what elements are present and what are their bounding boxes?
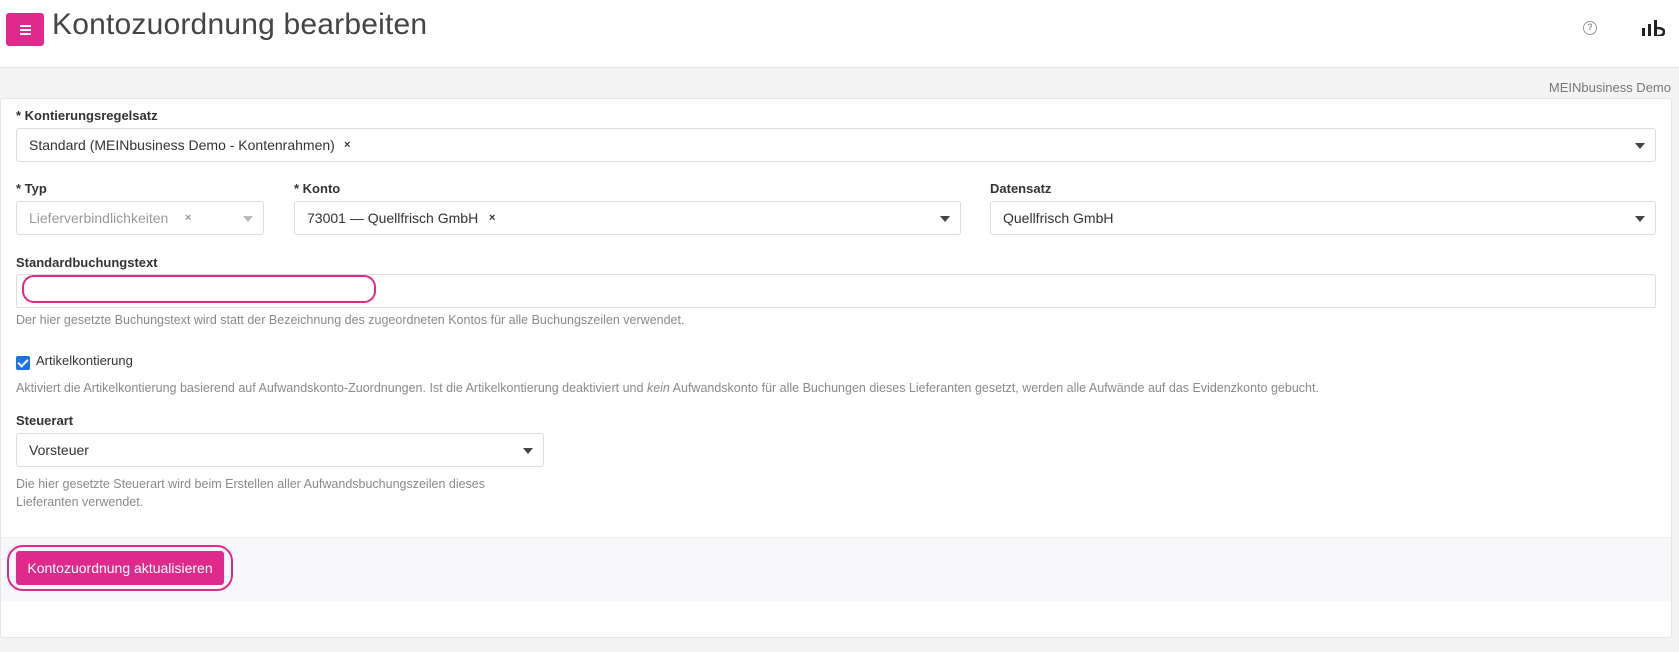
chevron-down-icon[interactable] — [523, 448, 533, 454]
steuerart-help-line2: Lieferanten verwendet. — [16, 495, 144, 509]
page-title: Kontozuordnung bearbeiten — [52, 8, 428, 41]
regelsatz-value: Standard (MEINbusiness Demo - Kontenrahm… — [29, 137, 335, 153]
konto-value: 73001 — Quellfrisch GmbH — [307, 210, 479, 226]
steuerart-value: Vorsteuer — [29, 442, 89, 458]
form-card: * Kontierungsregelsatz Standard (MEINbus… — [0, 98, 1672, 638]
help-circle-icon[interactable]: ? — [1583, 21, 1597, 35]
artikelkontierung-help-em: kein — [646, 381, 670, 395]
steuerart-help-line1: Die hier gesetzte Steuerart wird beim Er… — [16, 477, 486, 491]
typ-select: Lieferverbindlichkeiten × — [16, 201, 264, 235]
chevron-down-icon[interactable] — [1635, 143, 1645, 149]
buchungstext-label: Standardbuchungstext — [16, 255, 158, 270]
chevron-down-icon[interactable] — [1635, 216, 1645, 222]
chevron-down-icon — [243, 216, 253, 222]
regelsatz-clear-icon[interactable]: × — [344, 139, 350, 151]
artikelkontierung-help: Aktiviert die Artikelkontierung basieren… — [16, 379, 1319, 397]
chevron-down-icon[interactable] — [940, 216, 950, 222]
artikelkontierung-help-before: Aktiviert die Artikelkontierung basieren… — [16, 381, 647, 395]
highlight-annotation — [22, 275, 376, 303]
typ-clear-icon: × — [185, 212, 192, 224]
konto-select[interactable]: 73001 — Quellfrisch GmbH × — [294, 201, 961, 235]
menu-icon — [19, 28, 31, 31]
steuerart-select[interactable]: Vorsteuer — [16, 433, 544, 467]
konto-label: * Konto — [294, 181, 341, 196]
typ-label: * Typ — [16, 181, 47, 196]
datensatz-select[interactable]: Quellfrisch GmbH — [990, 201, 1656, 235]
typ-value: Lieferverbindlichkeiten — [29, 210, 169, 226]
menu-button[interactable] — [6, 13, 44, 46]
top-bar: Kontozuordnung bearbeiten ? — [0, 0, 1679, 68]
highlight-annotation — [7, 545, 233, 591]
steuerart-label: Steuerart — [16, 413, 74, 428]
form-footer — [1, 537, 1671, 601]
tenant-name: MEINbusiness Demo — [1548, 80, 1671, 95]
artikelkontierung-label[interactable]: Artikelkontierung — [36, 353, 133, 368]
regelsatz-select[interactable]: Standard (MEINbusiness Demo - Kontenrahm… — [16, 128, 1656, 162]
regelsatz-label: * Kontierungsregelsatz — [16, 108, 158, 123]
bar-chart-logo-icon[interactable] — [1641, 20, 1665, 36]
artikelkontierung-help-after: Aufwandskonto für alle Buchungen dieses … — [669, 381, 1319, 395]
konto-clear-icon[interactable]: × — [489, 212, 495, 224]
buchungstext-help: Der hier gesetzte Buchungstext wird stat… — [16, 313, 685, 327]
datensatz-label: Datensatz — [990, 181, 1052, 196]
datensatz-value: Quellfrisch GmbH — [1003, 210, 1114, 226]
artikelkontierung-checkbox[interactable] — [16, 356, 30, 370]
